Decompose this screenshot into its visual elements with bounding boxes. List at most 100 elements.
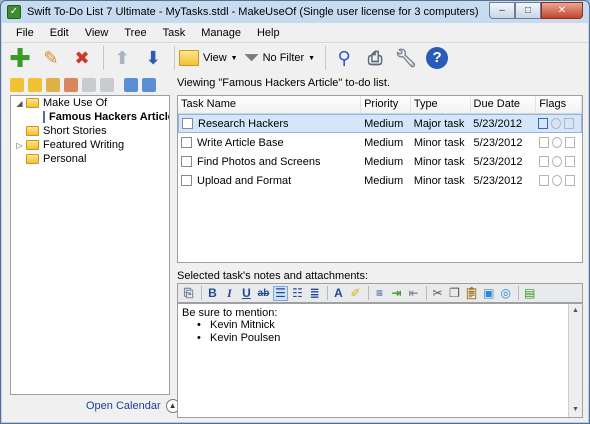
menu-edit[interactable]: Edit <box>42 27 77 39</box>
paste-icon[interactable]: 📋︎ <box>464 286 479 301</box>
tree-item-personal[interactable]: Personal <box>11 152 169 166</box>
task-list-header: Task Name Priority Type Due Date Flags <box>178 96 582 114</box>
move-down-button[interactable]: ⬇ <box>139 44 167 72</box>
tree-item-short-stories[interactable]: Short Stories <box>11 124 169 138</box>
task-checkbox[interactable] <box>181 137 192 148</box>
menu-task[interactable]: Task <box>155 27 194 39</box>
menu-tree[interactable]: Tree <box>116 27 154 39</box>
menu-manage[interactable]: Manage <box>193 27 249 39</box>
bullet-list-button[interactable]: ☰ <box>273 285 288 301</box>
attachment-icon[interactable]: ⎘ <box>181 286 196 301</box>
expand-icon[interactable]: ▷ <box>15 141 24 150</box>
tree-item-featured-writing[interactable]: ▷ Featured Writing <box>11 138 169 152</box>
task-list: Task Name Priority Type Due Date Flags R… <box>177 95 583 263</box>
task-priority: Medium <box>364 117 404 130</box>
column-priority[interactable]: Priority <box>361 96 411 113</box>
align-icon[interactable]: ≡ <box>372 286 387 301</box>
task-row[interactable]: Upload and Format Medium Minor task 5/23… <box>178 171 582 190</box>
add-folder-icon[interactable] <box>10 78 24 92</box>
add-list-icon[interactable] <box>28 78 42 92</box>
open-calendar-link[interactable]: Open Calendar ▲ <box>86 399 180 413</box>
copy-icon[interactable]: ❐ <box>447 286 462 301</box>
task-type: Minor task <box>413 174 465 187</box>
highlight-icon[interactable]: ✐ <box>348 286 363 301</box>
edit-task-button[interactable]: ✎ <box>37 44 65 72</box>
tree-item-famous-hackers-article[interactable]: Famous Hackers Article <box>11 110 169 124</box>
folder-icon <box>26 126 39 136</box>
outline-list-button[interactable]: ≣ <box>307 286 322 301</box>
note-icon <box>539 156 550 167</box>
notes-scrollbar[interactable]: ▲ ▼ <box>568 304 582 417</box>
move-up-button[interactable]: ⬆ <box>108 44 136 72</box>
insert-image-icon[interactable]: ▣ <box>481 286 496 301</box>
wrench-icon: 🔧︎ <box>394 47 418 68</box>
viewing-caption: Viewing "Famous Hackers Article" to-do l… <box>177 77 391 89</box>
notes-editor[interactable]: Be sure to mention: Kevin Mitnick Kevin … <box>177 303 583 418</box>
tree-item-make-use-of[interactable]: ◢ Make Use Of <box>11 96 169 110</box>
collapse-icon[interactable]: ◢ <box>15 99 24 108</box>
indent-icon[interactable]: ⇥ <box>389 286 404 301</box>
folder-icon <box>179 50 199 66</box>
menu-help[interactable]: Help <box>249 27 288 39</box>
cut-icon[interactable]: ✂ <box>430 286 445 301</box>
close-button[interactable]: ✕ <box>541 2 583 19</box>
main-toolbar: ✚ ✎ ✖ ⬆ ⬇ View ▼ ⏷ No Filter ▼ ⚲ ⎙ 🔧︎ ? <box>2 43 588 73</box>
column-type[interactable]: Type <box>411 96 471 113</box>
chevron-down-icon: ▼ <box>308 54 316 62</box>
task-checkbox[interactable] <box>181 175 192 186</box>
task-due-date: 5/23/2012 <box>473 155 523 168</box>
move-folder-down-icon[interactable] <box>100 78 114 92</box>
task-due-date: 5/23/2012 <box>473 117 523 130</box>
menu-file[interactable]: File <box>8 27 42 39</box>
expand-all-icon[interactable] <box>124 78 138 92</box>
task-row[interactable]: Research Hackers Medium Major task 5/23/… <box>178 114 582 133</box>
task-priority: Medium <box>364 155 404 168</box>
notes-bullet-item: Kevin Poulsen <box>197 332 578 345</box>
column-flags[interactable]: Flags <box>536 96 582 113</box>
settings-button[interactable]: 🔧︎ <box>392 44 420 72</box>
task-name-cell: Research Hackers <box>179 118 361 130</box>
scroll-down-icon[interactable]: ▼ <box>569 403 582 417</box>
font-color-button[interactable]: A <box>331 286 346 301</box>
view-dropdown[interactable]: View ▼ <box>179 50 238 66</box>
minimize-button[interactable]: – <box>489 2 515 19</box>
reminder-icon <box>552 137 563 148</box>
edit-folder-icon[interactable] <box>46 78 60 92</box>
collapse-all-icon[interactable] <box>142 78 156 92</box>
folder-icon <box>26 154 39 164</box>
insert-link-icon[interactable]: ◎ <box>498 286 513 301</box>
task-checkbox[interactable] <box>181 156 192 167</box>
maximize-button[interactable]: □ <box>515 2 541 19</box>
column-task-name[interactable]: Task Name <box>178 96 362 113</box>
delete-task-button[interactable]: ✖ <box>68 44 96 72</box>
outdent-icon[interactable]: ⇤ <box>406 286 421 301</box>
task-checkbox[interactable] <box>182 118 193 129</box>
add-task-button[interactable]: ✚ <box>6 43 34 73</box>
recurrence-icon <box>565 137 576 148</box>
save-icon[interactable]: ▤ <box>522 286 537 301</box>
note-icon <box>539 137 550 148</box>
toolbar-separator <box>327 286 328 300</box>
task-row[interactable]: Write Article Base Medium Minor task 5/2… <box>178 133 582 152</box>
underline-button[interactable]: U <box>239 286 254 301</box>
print-button[interactable]: ⎙ <box>361 44 389 72</box>
printer-icon: ⎙ <box>367 47 383 68</box>
tree-item-label: Personal <box>43 153 87 165</box>
help-button[interactable]: ? <box>423 44 451 72</box>
title-bar[interactable]: ✓ Swift To-Do List 7 Ultimate - MyTasks.… <box>1 1 589 23</box>
menu-view[interactable]: View <box>77 27 117 39</box>
window-controls: – □ ✕ <box>489 2 583 19</box>
reminder-icon <box>551 118 562 129</box>
app-window: ✓ Swift To-Do List 7 Ultimate - MyTasks.… <box>0 0 590 424</box>
search-button[interactable]: ⚲ <box>330 44 358 72</box>
italic-button[interactable]: I <box>222 286 237 301</box>
filter-dropdown[interactable]: ⏷ No Filter ▼ <box>244 47 316 70</box>
strikethrough-button[interactable]: ab <box>256 286 271 301</box>
numbered-list-button[interactable]: ☷ <box>290 286 305 301</box>
bold-button[interactable]: B <box>205 286 220 301</box>
move-folder-up-icon[interactable] <box>82 78 96 92</box>
delete-folder-icon[interactable] <box>64 78 78 92</box>
scroll-up-icon[interactable]: ▲ <box>569 304 582 318</box>
column-due-date[interactable]: Due Date <box>471 96 537 113</box>
task-row[interactable]: Find Photos and Screens Medium Minor tas… <box>178 152 582 171</box>
